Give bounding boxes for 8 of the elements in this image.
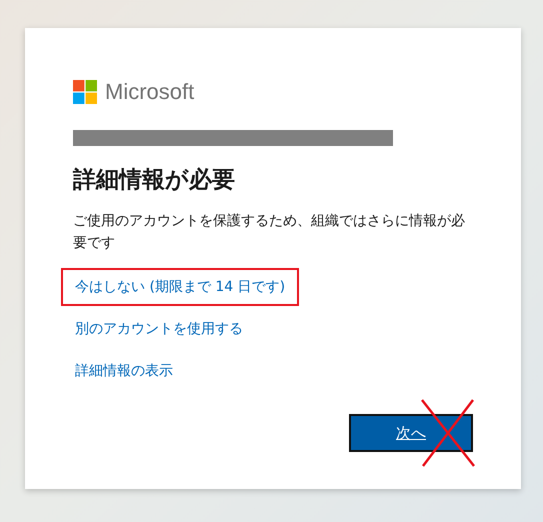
text-link[interactable]: 今はしない (期限まで 14 日です)	[61, 268, 300, 306]
next-button[interactable]: 次へ	[349, 414, 473, 452]
text-link[interactable]: 別のアカウントを使用する	[61, 310, 257, 348]
message-text: ご使用のアカウントを保護するため、組織ではさらに情報が必要です	[73, 212, 465, 253]
logo-icon	[73, 80, 97, 104]
page-title: 詳細情報が必要	[73, 166, 236, 195]
text-link[interactable]: 詳細情報の表示	[61, 352, 187, 390]
brand-name: Microsoft	[105, 79, 194, 105]
